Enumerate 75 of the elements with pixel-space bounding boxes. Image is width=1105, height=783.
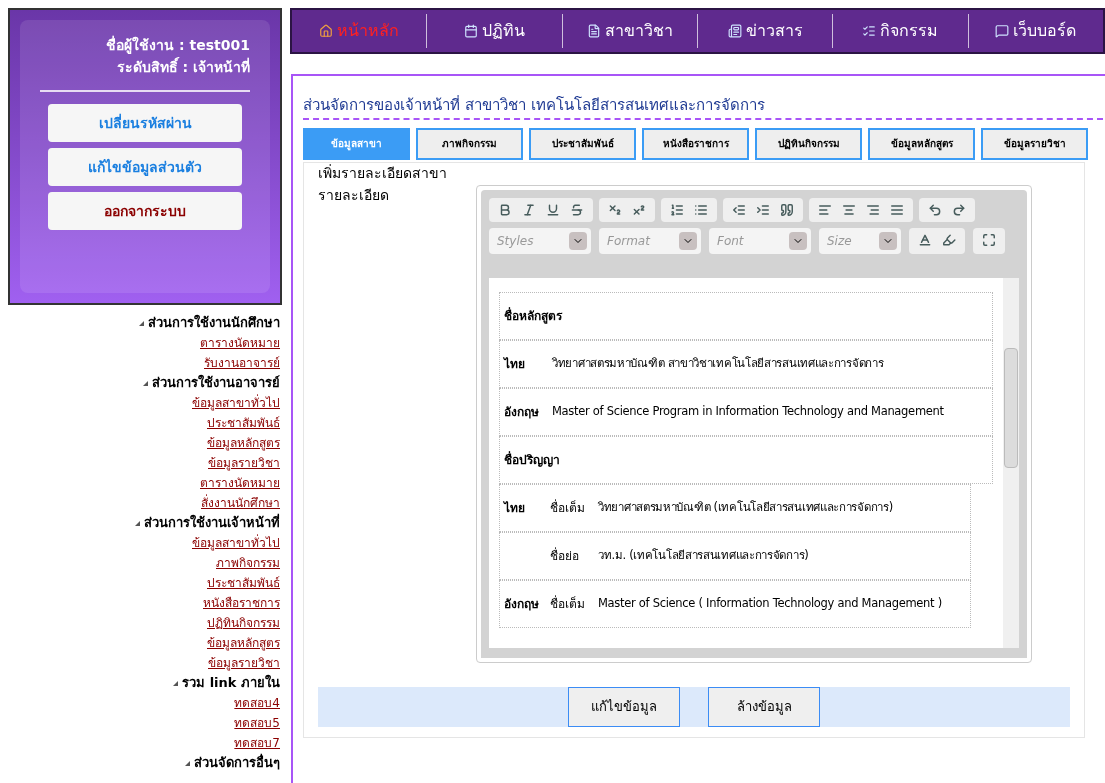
nav-item[interactable]: ข่าวสาร <box>698 19 833 43</box>
table-cell-text: Master of Science ( Information Technology and Management ) <box>597 594 943 612</box>
document-icon <box>586 24 601 38</box>
tab[interactable]: ปฏิทินกิจกรรม <box>755 127 862 160</box>
list-icon <box>862 24 877 38</box>
table-cell: ไทย <box>504 500 525 515</box>
triangle-icon <box>143 380 148 386</box>
page-title: ส่วนจัดการของเจ้าหน้าที่ สาขาวิชา เทคโนโลยีสารสนเทศและการจัดการ <box>303 94 1103 120</box>
menu-button[interactable]: แก้ไขข้อมูลส่วนตัว <box>48 148 242 186</box>
table-cell: อังกฤษ <box>504 596 539 611</box>
sidebar-link[interactable]: ตารางนัดหมาย <box>200 333 280 353</box>
form-heading: เพิ่มรายละเอียดสาขา <box>317 163 448 183</box>
table-cell-text: วท.ม. (เทคโนโลยีสารสนเทศและการจัดการ) <box>597 546 810 564</box>
newspaper-icon <box>727 24 742 38</box>
table-cell-text: วิทยาศาสตรมหาบัณฑิต สาขาวิชาเทคโนโลยีสารสนเทศและการจัดการ <box>551 354 885 372</box>
rich-text-editor[interactable] <box>476 184 1032 663</box>
table-cell-text: ชื่อย่อ <box>549 546 580 565</box>
sidebar-link[interactable]: ทดสอบ4 <box>234 693 280 713</box>
scrollbar[interactable] <box>1003 277 1019 648</box>
sidebar-link[interactable]: ปฏิทินกิจกรรม <box>207 613 280 633</box>
home-icon <box>319 24 334 38</box>
sidebar-link[interactable]: ข้อมูลสาขาทั่วไป <box>192 393 280 413</box>
table-heading: ชื่อหลักสูตร <box>499 291 993 340</box>
sidebar-section-title: ส่วนการใช้งานเจ้าหน้าที่ <box>144 513 280 533</box>
table-heading: ชื่อปริญญา <box>499 435 993 484</box>
dropdown-placeholder: Font <box>717 232 744 250</box>
sidebar-link[interactable]: รับงานอาจารย์ <box>204 353 280 373</box>
sidebar-link[interactable]: ข้อมูลหลักสูตร <box>207 633 280 653</box>
form-button[interactable]: แก้ไขข้อมูล <box>568 686 680 727</box>
sidebar-link[interactable]: ประชาสัมพันธ์ <box>207 573 280 593</box>
tab[interactable]: ประชาสัมพันธ์ <box>529 127 636 160</box>
sidebar-link[interactable]: ข้อมูลหลักสูตร <box>207 433 280 453</box>
field-label: รายละเอียด <box>317 185 390 205</box>
sidebar-link[interactable]: ข้อมูลรายวิชา <box>208 453 280 473</box>
table-cell-text: ชื่อเต็ม <box>549 498 586 517</box>
sidebar-link[interactable]: ทดสอบ7 <box>234 733 280 753</box>
username-text: ชื่อผู้ใช้งาน : test001 <box>105 34 250 56</box>
nav-item[interactable]: กิจกรรม <box>833 19 968 43</box>
sidebar-link[interactable]: ทดสอบ5 <box>234 713 280 733</box>
sidebar-link[interactable]: ตารางนัดหมาย <box>200 473 280 493</box>
tab[interactable]: หนังสือราชการ <box>642 127 749 160</box>
triangle-icon <box>135 520 140 526</box>
table-cell-text: Master of Science Program in Information Technology and Management <box>551 402 945 420</box>
tab[interactable]: ภาพกิจกรรม <box>416 127 523 160</box>
nav-item[interactable]: สาขาวิชา <box>562 19 697 43</box>
sidebar-section-title: รวม link ภายใน <box>182 673 280 693</box>
sidebar-section-title: ส่วนการใช้งานนักศึกษา <box>148 313 280 333</box>
nav-item[interactable]: ปฏิทิน <box>427 19 562 43</box>
sidebar-section-title: ส่วนการใช้งานอาจารย์ <box>152 373 280 393</box>
sidebar-link[interactable]: ข้อมูลสาขาทั่วไป <box>192 533 280 553</box>
role-text: ระดับสิทธิ์ : เจ้าหน้าที่ <box>115 56 250 77</box>
table-cell-text: อังกฤษ <box>503 403 540 421</box>
menu-button[interactable]: เปลี่ยนรหัสผ่าน <box>48 104 242 142</box>
sidebar-link[interactable]: ภาพกิจกรรม <box>216 553 280 573</box>
table-cell-text: วิทยาศาสตรมหาบัณฑิต (เทคโนโลยีสารสนเทศและการจัดการ) <box>597 498 894 516</box>
form-button[interactable]: ล้างข้อมูล <box>708 686 820 727</box>
sidebar-link[interactable]: หนังสือราชการ <box>203 593 280 613</box>
table-cell-text: ชื่อเต็ม <box>549 594 586 613</box>
logout-button[interactable]: ออกจากระบบ <box>48 192 242 230</box>
triangle-icon <box>173 680 179 686</box>
dropdown-placeholder: Styles <box>497 232 534 250</box>
dropdown-placeholder: Format <box>607 232 650 250</box>
sidebar-section-title: ส่วนจัดการอื่นๆ <box>194 753 280 773</box>
nav-item[interactable]: เว็บบอร์ด <box>968 19 1103 43</box>
sidebar-link[interactable]: สั่งงานนักศึกษา <box>201 493 280 513</box>
chat-icon <box>995 24 1010 38</box>
triangle-icon <box>185 760 190 766</box>
dropdown-placeholder: Size <box>827 232 852 250</box>
sidebar-link[interactable]: ข้อมูลรายวิชา <box>208 653 280 673</box>
calendar-icon <box>464 24 478 38</box>
table-cell-text: ไทย <box>502 355 526 373</box>
tab[interactable]: ข้อมูลรายวิชา <box>981 127 1088 160</box>
triangle-icon <box>139 320 144 326</box>
tab[interactable]: ข้อมูลหลักสูตร <box>868 127 975 160</box>
sidebar-link[interactable]: ประชาสัมพันธ์ <box>207 413 280 433</box>
